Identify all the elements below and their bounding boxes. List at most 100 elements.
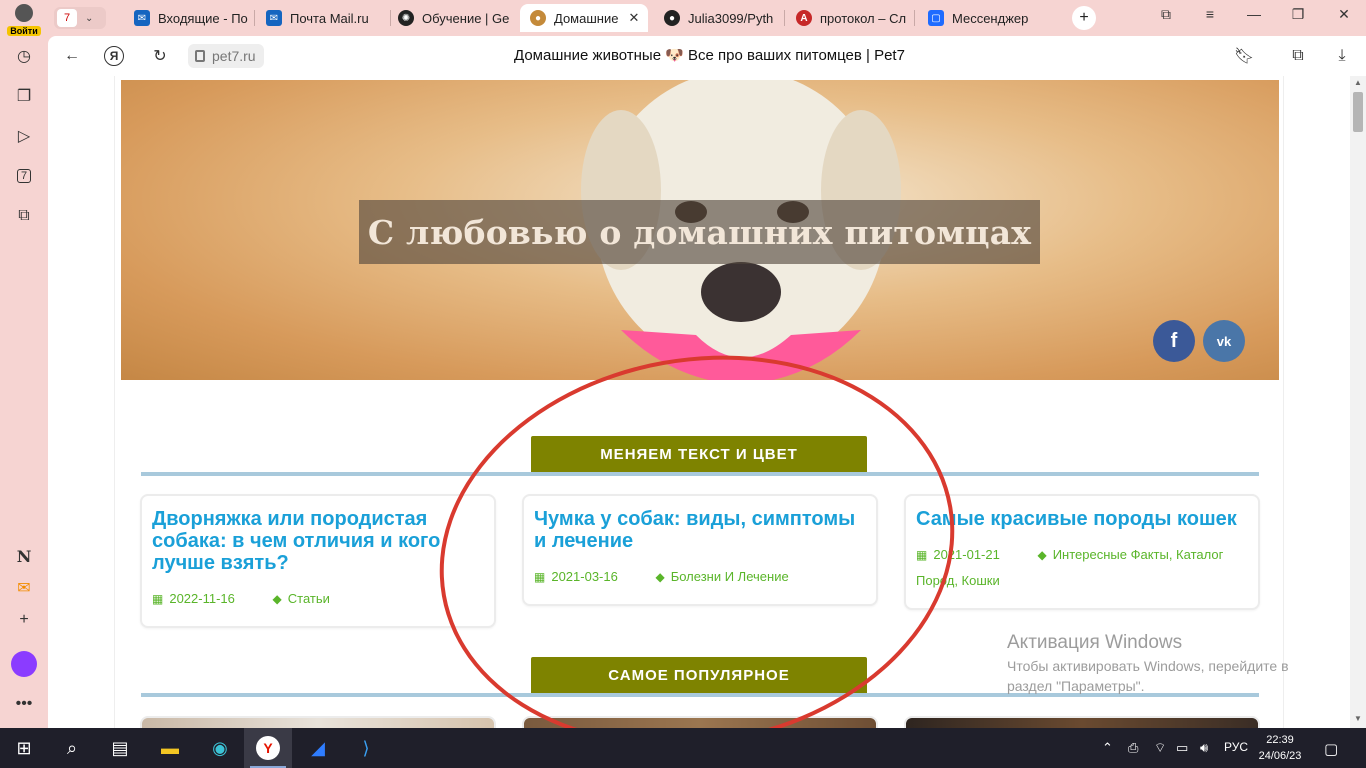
yandex-browser-icon[interactable]: Y: [244, 728, 292, 768]
scrollbar-thumb[interactable]: [1353, 92, 1363, 132]
bookmark-icon[interactable]: 🔖︎: [1232, 44, 1256, 68]
section-divider: [141, 472, 1259, 476]
more-icon[interactable]: •••: [10, 690, 38, 718]
scroll-up-icon[interactable]: ▲: [1354, 78, 1362, 87]
tab-label: Обучение | Ge: [422, 10, 510, 26]
article-card[interactable]: Дворняжка или породистая собака: в чем о…: [140, 494, 496, 628]
download-icon[interactable]: ⤓: [1330, 44, 1354, 68]
collections-icon[interactable]: ❐: [10, 82, 38, 110]
calendar-icon: ▦: [916, 548, 928, 562]
article-date: 2021-01-21: [933, 547, 1000, 562]
restore-icon[interactable]: ❐: [1286, 6, 1310, 23]
tab-messenger[interactable]: ▢ Мессенджер: [928, 4, 1048, 32]
history-icon[interactable]: ◷: [10, 42, 38, 70]
article-meta: ▦ 2022-11-16 ◆ Статьи: [152, 586, 484, 612]
language-indicator[interactable]: РУС: [1224, 740, 1248, 754]
tab-inbox[interactable]: ✉ Входящие - По: [134, 4, 248, 32]
login-label: Войти: [7, 26, 41, 36]
reload-icon[interactable]: ↻: [148, 44, 172, 68]
watermark-title: Активация Windows: [1007, 632, 1183, 653]
tabs-manager-icon[interactable]: ⧉: [1154, 6, 1178, 23]
article-title-link[interactable]: Чумка у собак: виды, симптомы и лечение: [534, 508, 866, 552]
windows-start-icon[interactable]: ⊞: [0, 728, 48, 768]
pug-icon: ●: [530, 10, 546, 26]
back-arrow-icon[interactable]: ←: [60, 44, 84, 68]
wifi-icon[interactable]: ⌔: [1154, 740, 1166, 756]
messenger-app-icon[interactable]: ◢: [294, 728, 342, 768]
tab-learning[interactable]: ✺ Обучение | Ge: [398, 4, 512, 32]
tab-dictionary[interactable]: A протокол – Сл: [796, 4, 908, 32]
browser-sidebar: Войти ◷ ❐ ▷ 7 ⧉ N ✉ + •••: [0, 0, 48, 728]
menu-icon[interactable]: ≡: [1198, 6, 1222, 22]
scroll-down-icon[interactable]: ▼: [1354, 714, 1362, 723]
mail-icon: ✉: [266, 10, 282, 26]
site-container: С любовью о домашних питомцах f vk МЕНЯЕ…: [114, 76, 1284, 728]
tab-github[interactable]: ● Julia3099/Pyth: [664, 4, 776, 32]
vk-icon[interactable]: vk: [1203, 320, 1245, 362]
hero-banner: С любовью о домашних питомцах f vk: [121, 80, 1279, 380]
video-icon[interactable]: ▷: [10, 122, 38, 150]
login-button[interactable]: Войти: [6, 4, 42, 36]
page-scrollbar[interactable]: ▲ ▼: [1350, 76, 1366, 728]
calendar-icon: ▦: [152, 592, 164, 606]
openai-icon: ✺: [398, 10, 414, 26]
windows-taskbar: ⊞ ⌕ ▤ ▬ ◉ Y ◢ ⟩ ⌃ ⎙ ⌔ ▭ 🔊︎ РУС 22:39 24/…: [0, 728, 1366, 768]
notion-icon[interactable]: N: [10, 542, 38, 570]
article-card[interactable]: Самые красивые породы кошек ▦ 2021-01-21 …: [904, 494, 1260, 610]
article-card[interactable]: Чумка у собак: виды, симптомы и лечение …: [522, 494, 878, 606]
tray-device-icon[interactable]: ⎙: [1128, 740, 1138, 756]
system-clock[interactable]: 22:39 24/06/23: [1252, 732, 1308, 764]
article-date: 2021-03-16: [551, 569, 618, 584]
page-viewport: С любовью о домашних питомцах f vk МЕНЯЕ…: [48, 76, 1350, 728]
alice-assistant-icon[interactable]: [10, 650, 38, 678]
file-explorer-icon[interactable]: ▬: [146, 728, 194, 768]
tags-icon: ◆: [1037, 548, 1047, 562]
popular-article-thumbnail[interactable]: [522, 716, 878, 728]
notifications-icon[interactable]: ▢: [1324, 740, 1338, 758]
new-tab-button[interactable]: +: [1072, 6, 1096, 30]
tab-pets-active[interactable]: ● Домашние ✕: [520, 4, 648, 32]
clock-date: 24/06/23: [1258, 750, 1302, 762]
yandex-logo-icon[interactable]: Я: [104, 46, 124, 66]
dictionary-icon: A: [796, 10, 812, 26]
minimize-icon[interactable]: —: [1242, 6, 1266, 22]
close-tab-icon[interactable]: ✕: [628, 10, 639, 26]
screenshot-icon[interactable]: ⧉: [10, 202, 38, 230]
tab-label: Входящие - По: [158, 10, 248, 26]
article-tags[interactable]: Статьи: [288, 591, 330, 606]
tab-count-rail-icon[interactable]: 7: [10, 162, 38, 190]
section-label: САМОЕ ПОПУЛЯРНОЕ: [531, 657, 867, 693]
tags-icon: ◆: [655, 570, 665, 584]
article-title-link[interactable]: Самые красивые породы кошек: [916, 508, 1248, 530]
url-text: pet7.ru: [212, 48, 256, 64]
popular-article-thumbnail[interactable]: [140, 716, 496, 728]
tab-strip: 7 ⌄ ✉ Входящие - По ✉ Почта Mail.ru ✺ Об…: [48, 0, 1366, 36]
tab-label: протокол – Сл: [820, 10, 907, 26]
popular-article-thumbnail[interactable]: [904, 716, 1260, 728]
chevron-down-icon: ⌄: [85, 12, 94, 24]
url-field[interactable]: pet7.ru: [188, 44, 264, 68]
tab-mailru[interactable]: ✉ Почта Mail.ru: [266, 4, 386, 32]
tags-icon: ◆: [272, 592, 282, 606]
article-tags[interactable]: Болезни И Лечение: [671, 569, 789, 584]
search-icon[interactable]: ⌕: [48, 728, 96, 768]
add-panel-icon[interactable]: +: [10, 606, 38, 634]
facebook-icon[interactable]: f: [1153, 320, 1195, 362]
tab-counter[interactable]: 7 ⌄: [54, 7, 106, 29]
close-window-icon[interactable]: ✕: [1332, 6, 1356, 23]
task-view-icon[interactable]: ▤: [96, 728, 144, 768]
address-bar: ← Я ↻ pet7.ru Домашние животные 🐶 Все пр…: [48, 36, 1366, 76]
vscode-icon[interactable]: ⟩: [342, 728, 390, 768]
article-title-link[interactable]: Дворняжка или породистая собака: в чем о…: [152, 508, 484, 574]
extensions-icon[interactable]: ⧉: [1286, 44, 1310, 68]
mail-app-icon[interactable]: ✉: [10, 574, 38, 602]
article-date: 2022-11-16: [169, 591, 235, 606]
tray-chevron-icon[interactable]: ⌃: [1102, 740, 1113, 756]
section-label: МЕНЯЕМ ТЕКСТ И ЦВЕТ: [531, 436, 867, 472]
edge-icon[interactable]: ◉: [196, 728, 244, 768]
volume-icon[interactable]: 🔊︎: [1200, 740, 1208, 756]
battery-icon[interactable]: ▭: [1176, 740, 1188, 756]
windows-activation-watermark: Активация Windows Чтобы активировать Win…: [1007, 632, 1327, 696]
mail-icon: ✉: [134, 10, 150, 26]
hero-title: С любовью о домашних питомцах: [359, 200, 1040, 264]
